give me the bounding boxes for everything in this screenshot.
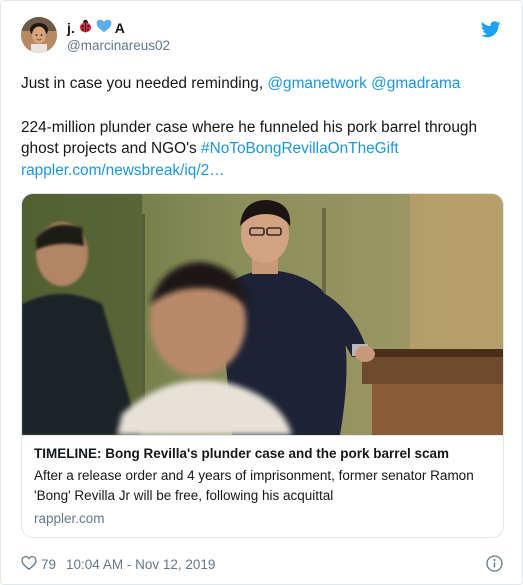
blue-heart-icon bbox=[96, 19, 112, 37]
like-button[interactable]: 79 bbox=[21, 555, 66, 573]
mention-gmadrama-link[interactable]: @gmadrama bbox=[371, 75, 460, 92]
tweet-paragraph-3: rappler.com/newsbreak/iq/2… bbox=[21, 160, 505, 182]
card-body[interactable]: TIMELINE: Bong Revilla's plunder case an… bbox=[22, 435, 503, 537]
tweet-paragraph-1: Just in case you needed reminding, @gman… bbox=[21, 73, 505, 95]
tweet-header: j. A @marcinareus02 bbox=[21, 17, 501, 57]
timestamp-link[interactable]: 10:04 AM - Nov 12, 2019 bbox=[66, 557, 215, 572]
display-name-suffix: A bbox=[114, 19, 125, 36]
ladybug-icon bbox=[78, 19, 93, 37]
display-name-text: j. bbox=[67, 19, 75, 36]
card-photo[interactable] bbox=[22, 194, 503, 435]
twitter-bird-icon[interactable] bbox=[480, 21, 501, 38]
info-icon[interactable] bbox=[486, 555, 503, 572]
embedded-tweet: j. A @marcinareus02 Just in case you nee… bbox=[0, 0, 523, 585]
mention-gmanetwork-link[interactable]: @gmanetwork bbox=[267, 75, 366, 92]
like-count: 79 bbox=[41, 556, 57, 572]
tweet-text: Just in case you needed reminding, @gman… bbox=[21, 73, 505, 181]
heart-icon bbox=[21, 555, 37, 573]
card-description: After a release order and 4 years of imp… bbox=[34, 468, 474, 503]
card-domain: rappler.com bbox=[34, 511, 105, 526]
tweet-paragraph-2: 224-million plunder case where he funnel… bbox=[21, 117, 505, 160]
avatar[interactable] bbox=[21, 17, 57, 53]
tweet-footer: 79 10:04 AM - Nov 12, 2019 bbox=[21, 554, 505, 574]
author-display-name[interactable]: j. A bbox=[67, 19, 170, 37]
card-title[interactable]: TIMELINE: Bong Revilla's plunder case an… bbox=[34, 445, 493, 463]
author-names: j. A @marcinareus02 bbox=[67, 19, 170, 55]
article-url-link[interactable]: rappler.com/newsbreak/iq/2… bbox=[21, 162, 225, 179]
author-handle[interactable]: @marcinareus02 bbox=[67, 37, 170, 55]
hashtag-link[interactable]: #NoToBongRevillaOnTheGift bbox=[201, 140, 399, 157]
link-card[interactable]: TIMELINE: Bong Revilla's plunder case an… bbox=[21, 193, 504, 538]
tweet-text-line1: Just in case you needed reminding, bbox=[21, 75, 268, 92]
